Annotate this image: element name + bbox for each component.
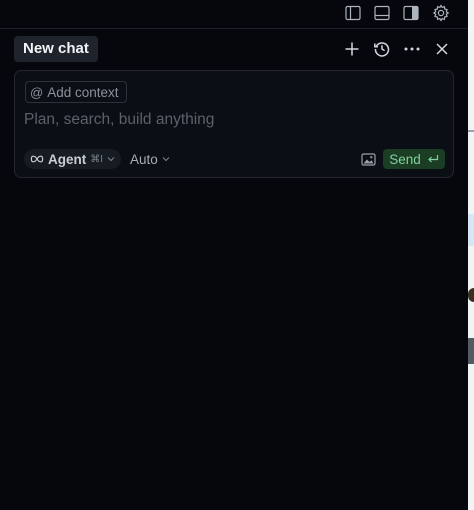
close-icon[interactable] [430,37,454,61]
model-selector[interactable]: Auto [130,149,170,169]
enter-icon [427,155,438,163]
mode-selector[interactable]: Agent ⌘I [24,149,122,169]
background-edge-mark [468,288,474,302]
background-edge-mark [468,214,474,246]
app-window: New chat @ Add context Agent [0,0,474,510]
sidebar-right-icon[interactable] [400,3,422,23]
send-button[interactable]: Send [383,149,445,169]
background-edge-mark [468,338,474,364]
chevron-down-icon [107,157,115,162]
chat-composer: @ Add context Agent ⌘I Auto Send [14,70,454,178]
top-toolbar [0,0,468,29]
image-icon[interactable] [359,150,377,168]
panel-bottom-icon[interactable] [371,3,393,23]
chat-header: New chat [0,34,468,64]
gear-icon[interactable] [430,3,452,23]
add-context-button[interactable]: @ Add context [25,81,127,103]
sidebar-left-icon[interactable] [342,3,364,23]
chevron-down-icon [162,157,170,162]
more-icon[interactable] [400,37,424,61]
tab-new-chat[interactable]: New chat [14,36,98,62]
model-label: Auto [130,151,158,167]
prompt-input[interactable] [24,109,434,131]
history-icon[interactable] [370,37,394,61]
mode-label: Agent [48,151,87,167]
chat-panel: New chat @ Add context Agent [0,0,468,510]
add-context-label: Add context [47,84,119,100]
plus-icon[interactable] [340,37,364,61]
at-icon: @ [30,84,44,100]
background-edge-mark [468,130,474,132]
send-label: Send [389,151,421,167]
infinity-icon [30,155,44,163]
background-window-edge [468,0,474,510]
mode-shortcut: ⌘I [90,153,104,165]
